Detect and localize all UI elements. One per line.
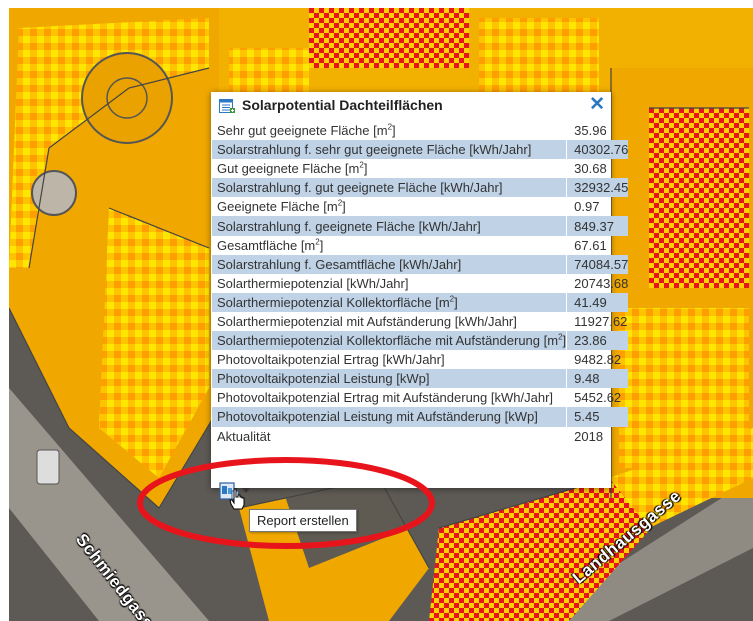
- hand-cursor-icon: [229, 488, 245, 510]
- attribute-value: 40302.76: [566, 140, 629, 160]
- attribute-label-text: Photovoltaikpotenzial Ertrag [kWh/Jahr]: [217, 352, 445, 368]
- table-row: Solarstrahlung f. gut geeignete Fläche […: [212, 178, 629, 198]
- table-row: Solarthermiepotenzial Kollektorfläche [m…: [212, 292, 629, 312]
- attribute-table: Sehr gut geeignete Fläche [m2] 35.96 Solar…: [212, 121, 629, 446]
- attribute-value: 74084.57: [566, 254, 629, 274]
- attribute-label: Photovoltaikpotenzial Leistung mit Aufst…: [212, 407, 567, 427]
- attribute-label-text: Solarthermiepotenzial Kollektorfläche mi…: [217, 333, 559, 349]
- screenshot-frame: Schmiedgasse Landhausgasse Solarpotentia…: [0, 0, 753, 621]
- attribute-label-text: Photovoltaikpotenzial Leistung mit Aufst…: [217, 409, 538, 425]
- attribute-label-suffix: ]: [342, 199, 346, 215]
- attribute-label-text: Gut geeignete Fläche [m: [217, 161, 360, 177]
- roof-solar-area: [229, 48, 309, 98]
- attribute-label: Solarstrahlung f. Gesamtfläche [kWh/Jahr…: [212, 254, 567, 274]
- attribute-value: 0.97: [566, 197, 629, 217]
- popup-title: Solarpotential Dachteilflächen: [242, 97, 443, 113]
- attribute-label-text: Photovoltaikpotenzial Ertrag mit Aufstän…: [217, 390, 554, 406]
- attribute-value: 67.61: [566, 235, 629, 255]
- attribute-label: Gut geeignete Fläche [m2]: [212, 159, 567, 178]
- attribute-label-text: Solarstrahlung f. geeignete Fläche [kWh/…: [217, 218, 481, 234]
- attribute-value: 11927.62: [566, 311, 629, 332]
- close-button[interactable]: ✕: [589, 95, 605, 115]
- table-row: Solarstrahlung f. geeignete Fläche [kWh/…: [212, 216, 629, 236]
- table-icon: [219, 99, 235, 113]
- attribute-label-text: Gesamtfläche [m: [217, 237, 316, 253]
- attribute-label: Solarthermiepotenzial mit Aufständerung …: [212, 312, 567, 331]
- table-row: Photovoltaikpotenzial Leistung mit Aufst…: [212, 407, 629, 427]
- attribute-label-suffix: ]: [454, 294, 458, 310]
- attribute-value: 9.48: [566, 369, 629, 389]
- attribute-label: Sehr gut geeignete Fläche [m2]: [212, 121, 567, 140]
- table-row: Gut geeignete Fläche [m2] 30.68: [212, 159, 629, 179]
- attribute-label-text: Solarstrahlung f. sehr gut geeignete Flä…: [217, 142, 532, 158]
- table-row: Solarthermiepotenzial [kWh/Jahr] 20743.68: [212, 273, 629, 293]
- popup-footer: [211, 478, 611, 488]
- attribute-label-text: Solarthermiepotenzial mit Aufständerung …: [217, 313, 517, 329]
- table-row: Solarthermiepotenzial mit Aufständerung …: [212, 311, 629, 332]
- attribute-value: 5452.62: [566, 388, 629, 408]
- attribute-label: Photovoltaikpotenzial Leistung [kWp]: [212, 369, 567, 389]
- table-row: Photovoltaikpotenzial Ertrag mit Aufstän…: [212, 388, 629, 408]
- attribute-value: 41.49: [566, 292, 629, 312]
- attribute-label: Photovoltaikpotenzial Ertrag mit Aufstän…: [212, 388, 567, 407]
- table-row: Solarthermiepotenzial Kollektorfläche mi…: [212, 331, 629, 351]
- attribute-value: 20743.68: [566, 273, 629, 293]
- attribute-label: Solarstrahlung f. gut geeignete Fläche […: [212, 178, 567, 198]
- attribute-label-suffix: ]: [319, 237, 324, 253]
- tower-roof: [81, 52, 173, 144]
- attribute-label-text: Sehr gut geeignete Fläche [m: [217, 123, 388, 139]
- attribute-label-text: Solarstrahlung f. Gesamtfläche [kWh/Jahr…: [217, 256, 462, 272]
- parked-car: [36, 449, 60, 485]
- table-row: Solarstrahlung f. sehr gut geeignete Flä…: [212, 140, 629, 160]
- attribute-value: 32932.45: [566, 178, 629, 198]
- attribute-value: 35.96: [566, 121, 629, 141]
- attribute-label-text: Solarthermiepotenzial Kollektorfläche [m: [217, 294, 450, 310]
- attribute-value: 2018: [566, 426, 629, 446]
- table-row: Sehr gut geeignete Fläche [m2] 35.96: [212, 121, 629, 141]
- table-row: Photovoltaikpotenzial Ertrag [kWh/Jahr] 9…: [212, 350, 629, 370]
- table-row: Gesamtfläche [m2] 67.61: [212, 235, 629, 255]
- attribute-label: Solarthermiepotenzial Kollektorfläche mi…: [212, 331, 567, 351]
- report-tooltip: Report erstellen: [249, 509, 357, 532]
- attribute-label-suffix: ]: [392, 123, 396, 139]
- attribute-label-text: Solarstrahlung f. gut geeignete Fläche […: [217, 180, 503, 196]
- attribute-label: Photovoltaikpotenzial Ertrag [kWh/Jahr]: [212, 350, 567, 369]
- attribute-label: Solarthermiepotenzial Kollektorfläche [m…: [212, 292, 567, 312]
- popup-header: Solarpotential Dachteilflächen ✕: [211, 92, 611, 120]
- attribute-label: Aktualität: [212, 427, 567, 446]
- attribute-label: Solarstrahlung f. geeignete Fläche [kWh/…: [212, 216, 567, 236]
- attribute-label-text: Geeignete Fläche [m: [217, 199, 338, 215]
- roof-very-good-area: [649, 108, 749, 288]
- attribute-label: Gesamtfläche [m2]: [212, 236, 567, 255]
- table-row: Solarstrahlung f. Gesamtfläche [kWh/Jahr…: [212, 254, 629, 274]
- attribute-label-text: Aktualität: [217, 428, 271, 444]
- attribute-value: 849.37: [566, 216, 629, 236]
- attribute-label: Solarthermiepotenzial [kWh/Jahr]: [212, 274, 567, 293]
- feature-popup: Solarpotential Dachteilflächen ✕ Sehr gu…: [211, 92, 629, 488]
- attribute-value: 5.45: [566, 407, 629, 427]
- roof-solar-area: [479, 18, 599, 98]
- attribute-label-text: Solarthermiepotenzial [kWh/Jahr]: [217, 275, 409, 291]
- attribute-label: Geeignete Fläche [m2]: [212, 197, 567, 216]
- attribute-label-suffix: ]: [363, 161, 368, 177]
- attribute-value: 23.86: [566, 331, 629, 351]
- attribute-label: Solarstrahlung f. sehr gut geeignete Flä…: [212, 140, 567, 160]
- roof-very-good-area: [309, 8, 469, 68]
- attribute-label-suffix: ]: [562, 333, 567, 349]
- table-row: Photovoltaikpotenzial Leistung [kWp] 9.48: [212, 369, 629, 389]
- table-row: Geeignete Fläche [m2] 0.97: [212, 197, 629, 217]
- attribute-label-text: Photovoltaikpotenzial Leistung [kWp]: [217, 371, 430, 387]
- attribute-value: 9482.82: [566, 350, 629, 370]
- attribute-value: 30.68: [566, 159, 629, 179]
- table-row: Aktualität 2018: [212, 426, 629, 446]
